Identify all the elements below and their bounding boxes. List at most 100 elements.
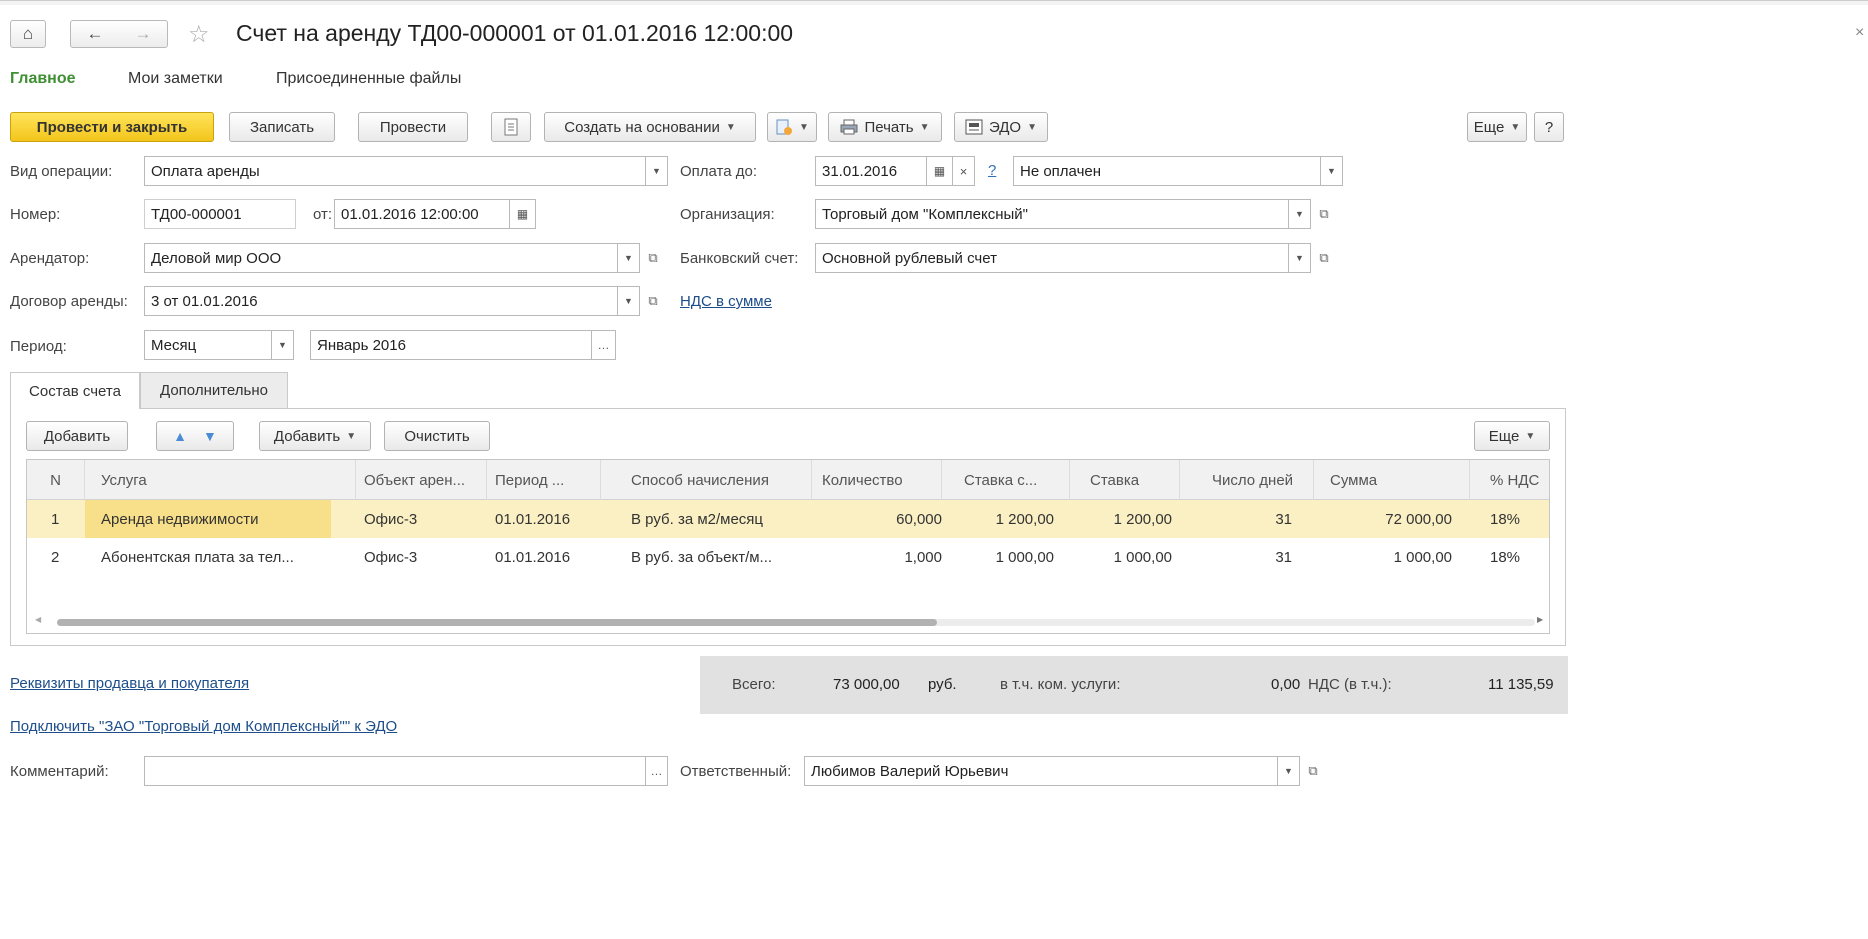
scroll-right-icon[interactable]: ▶ <box>1537 615 1543 624</box>
col-service[interactable]: Услуга <box>85 460 356 500</box>
col-quantity[interactable]: Количество <box>812 460 942 500</box>
period-select-button[interactable]: … <box>592 330 616 360</box>
contract-open-icon[interactable]: ⧉ <box>642 286 664 316</box>
clear-table-button[interactable]: Очистить <box>384 421 490 451</box>
chevron-down-icon: ▼ <box>278 340 287 350</box>
col-object[interactable]: Объект арен... <box>356 460 487 500</box>
responsible-open-icon[interactable]: ⧉ <box>1302 756 1324 786</box>
col-days[interactable]: Число дней <box>1180 460 1314 500</box>
horizontal-scrollbar[interactable]: ◀ ▶ <box>35 615 1543 628</box>
tenant-open-icon[interactable]: ⧉ <box>642 243 664 273</box>
tenant-field[interactable]: Деловой мир ООО <box>144 243 618 273</box>
row-rate[interactable]: 1 000,00 <box>1070 538 1176 576</box>
add-menu-button[interactable]: Добавить ▼ <box>259 421 371 451</box>
responsible-field[interactable]: Любимов Валерий Юрьевич <box>804 756 1278 786</box>
close-icon[interactable]: × <box>1855 24 1864 42</box>
row-vat[interactable]: 18% <box>1470 538 1549 576</box>
edo-button[interactable]: ЭДО ▼ <box>954 112 1048 142</box>
pay-status-field[interactable]: Не оплачен <box>1013 156 1321 186</box>
pay-until-field[interactable]: 31.01.2016 <box>815 156 927 186</box>
pay-status-dropdown[interactable]: ▼ <box>1321 156 1343 186</box>
connect-edo-link[interactable]: Подключить "ЗАО "Торговый дом Комплексны… <box>10 718 397 735</box>
row-period[interactable]: 01.01.2016 <box>487 500 601 538</box>
row-method[interactable]: В руб. за м2/месяц <box>601 500 812 538</box>
period-type-field[interactable]: Месяц <box>144 330 272 360</box>
col-period[interactable]: Период ... <box>487 460 601 500</box>
row-rate-with[interactable]: 1 200,00 <box>942 500 1062 538</box>
row-sum[interactable]: 1 000,00 <box>1314 538 1460 576</box>
row-method[interactable]: В руб. за объект/м... <box>601 538 812 576</box>
forward-arrow-icon[interactable]: → <box>135 24 152 44</box>
section-main[interactable]: Главное <box>10 70 76 88</box>
row-period[interactable]: 01.01.2016 <box>487 538 601 576</box>
comment-edit-button[interactable]: … <box>646 756 668 786</box>
row-object[interactable]: Офис-3 <box>356 538 487 576</box>
calendar-button[interactable]: ▦ <box>510 199 536 229</box>
period-field[interactable]: Январь 2016 <box>310 330 592 360</box>
home-button[interactable]: ⌂ <box>10 20 46 48</box>
pay-until-clear[interactable]: × <box>953 156 975 186</box>
row-rate[interactable]: 1 200,00 <box>1070 500 1176 538</box>
favorite-star-icon[interactable]: ☆ <box>188 20 210 49</box>
report-button[interactable] <box>491 112 531 142</box>
row-service[interactable]: Аренда недвижимости <box>85 500 331 538</box>
org-dropdown[interactable]: ▼ <box>1289 199 1311 229</box>
bank-field[interactable]: Основной рублевый счет <box>815 243 1289 273</box>
op-type-field[interactable]: Оплата аренды <box>144 156 646 186</box>
tab-invoice-items[interactable]: Состав счета <box>10 372 140 409</box>
op-type-dropdown[interactable]: ▼ <box>646 156 668 186</box>
help-question-link[interactable]: ? <box>988 162 996 179</box>
table-more-button[interactable]: Еще ▼ <box>1474 421 1550 451</box>
more-button[interactable]: Еще ▼ <box>1467 112 1527 142</box>
row-days[interactable]: 31 <box>1180 500 1298 538</box>
row-service[interactable]: Абонентская плата за тел... <box>85 538 356 576</box>
move-down-icon[interactable]: ▼ <box>203 428 217 444</box>
col-n[interactable]: N <box>27 460 85 500</box>
contract-label: Договор аренды: <box>10 293 128 310</box>
attach-menu-button[interactable]: ▼ <box>767 112 817 142</box>
vat-in-sum-link[interactable]: НДС в сумме <box>680 293 772 310</box>
scrollbar-thumb[interactable] <box>57 619 937 626</box>
responsible-dropdown[interactable]: ▼ <box>1278 756 1300 786</box>
contract-field[interactable]: 3 от 01.01.2016 <box>144 286 618 316</box>
col-method[interactable]: Способ начисления <box>601 460 812 500</box>
row-sum[interactable]: 72 000,00 <box>1314 500 1460 538</box>
org-open-icon[interactable]: ⧉ <box>1313 199 1335 229</box>
row-quantity[interactable]: 60,000 <box>812 500 952 538</box>
row-quantity[interactable]: 1,000 <box>812 538 952 576</box>
row-object[interactable]: Офис-3 <box>356 500 487 538</box>
scroll-left-icon[interactable]: ◀ <box>35 615 41 624</box>
bank-dropdown[interactable]: ▼ <box>1289 243 1311 273</box>
back-arrow-icon[interactable]: ← <box>87 24 104 44</box>
tab-additional[interactable]: Дополнительно <box>140 372 288 408</box>
save-button[interactable]: Записать <box>229 112 335 142</box>
table-row[interactable]: 1 Аренда недвижимости Офис-3 01.01.2016 … <box>27 500 1549 538</box>
col-vat[interactable]: % НДС <box>1470 460 1549 500</box>
requisites-link[interactable]: Реквизиты продавца и покупателя <box>10 675 249 692</box>
add-row-button[interactable]: Добавить <box>26 421 128 451</box>
date-field[interactable]: 01.01.2016 12:00:00 <box>334 199 510 229</box>
print-button[interactable]: Печать ▼ <box>828 112 942 142</box>
comment-field[interactable] <box>144 756 646 786</box>
row-vat[interactable]: 18% <box>1470 500 1549 538</box>
col-rate-with[interactable]: Ставка с... <box>942 460 1070 500</box>
section-notes[interactable]: Мои заметки <box>128 70 223 88</box>
post-button[interactable]: Провести <box>358 112 468 142</box>
col-rate[interactable]: Ставка <box>1070 460 1180 500</box>
row-days[interactable]: 31 <box>1180 538 1298 576</box>
org-field[interactable]: Торговый дом "Комплексный" <box>815 199 1289 229</box>
period-type-dropdown[interactable]: ▼ <box>272 330 294 360</box>
number-field[interactable]: ТД00-000001 <box>144 199 296 229</box>
help-button[interactable]: ? <box>1534 112 1564 142</box>
tenant-dropdown[interactable]: ▼ <box>618 243 640 273</box>
move-up-icon[interactable]: ▲ <box>173 428 187 444</box>
row-rate-with[interactable]: 1 000,00 <box>942 538 1062 576</box>
pay-until-calendar[interactable]: ▦ <box>927 156 953 186</box>
bank-open-icon[interactable]: ⧉ <box>1313 243 1335 273</box>
post-and-close-button[interactable]: Провести и закрыть <box>10 112 214 142</box>
create-based-on-button[interactable]: Создать на основании ▼ <box>544 112 756 142</box>
col-sum[interactable]: Сумма <box>1314 460 1470 500</box>
section-files[interactable]: Присоединенные файлы <box>276 70 461 88</box>
contract-dropdown[interactable]: ▼ <box>618 286 640 316</box>
table-row[interactable]: 2 Абонентская плата за тел... Офис-3 01.… <box>27 538 1549 576</box>
